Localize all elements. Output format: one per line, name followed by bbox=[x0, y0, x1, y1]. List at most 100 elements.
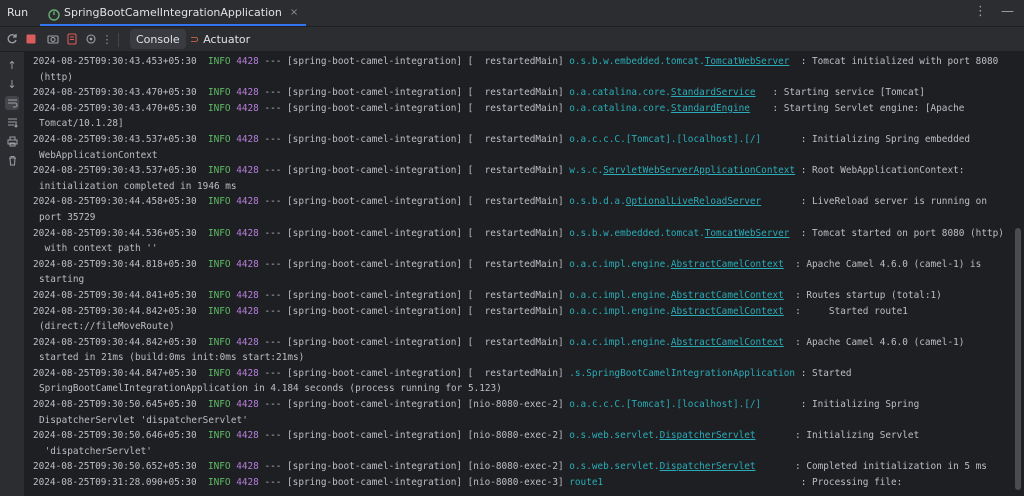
trash-icon[interactable] bbox=[5, 153, 19, 167]
log-thread: [ restartedMain] bbox=[467, 227, 570, 239]
log-app-name: [spring-boot-camel-integration] bbox=[287, 102, 468, 114]
log-logger[interactable]: o.s.b.w.embedded.tomcat.TomcatWebServer bbox=[569, 56, 789, 67]
log-logger[interactable]: o.a.catalina.core.StandardEngine bbox=[569, 103, 750, 114]
log-line: 2024-08-25T09:30:44.842+05:30 INFO 4428 … bbox=[33, 335, 1013, 351]
scroll-to-end-icon[interactable] bbox=[5, 115, 19, 129]
console-output[interactable]: 2024-08-25T09:30:43.453+05:30 INFO 4428 … bbox=[25, 52, 1013, 496]
log-timestamp: 2024-08-25T09:30:44.536+05:30 bbox=[33, 227, 208, 239]
tab-console[interactable]: Console bbox=[130, 29, 186, 49]
run-title: Run bbox=[7, 6, 29, 19]
log-pid: 4428 bbox=[236, 196, 265, 208]
log-message: : Processing file: bbox=[800, 477, 903, 489]
log-thread: [nio-8080-exec-2] bbox=[467, 461, 570, 473]
log-line: 2024-08-25T09:30:50.646+05:30 INFO 4428 … bbox=[33, 428, 1013, 444]
log-line: 2024-08-25T09:30:43.453+05:30 INFO 4428 … bbox=[33, 54, 1013, 70]
log-line: 2024-08-25T09:30:44.458+05:30 INFO 4428 … bbox=[33, 194, 1013, 210]
log-level: INFO bbox=[207, 102, 237, 114]
log-logger[interactable]: .s.SpringBootCamelIntegrationApplication bbox=[569, 368, 795, 379]
log-pid: 4428 bbox=[236, 133, 265, 145]
arrow-up-icon[interactable]: ↑ bbox=[5, 58, 19, 72]
more-options-icon[interactable]: ⋮ bbox=[974, 4, 987, 19]
log-thread: [nio-8080-exec-3] bbox=[467, 477, 570, 489]
camera-icon[interactable] bbox=[46, 32, 60, 46]
log-level: INFO bbox=[207, 165, 237, 177]
log-logger[interactable]: o.s.web.servlet.DispatcherServlet bbox=[569, 461, 755, 472]
log-timestamp: 2024-08-25T09:30:44.842+05:30 bbox=[33, 305, 208, 317]
settings-icon[interactable] bbox=[84, 32, 98, 46]
log-app-name: [spring-boot-camel-integration] bbox=[287, 430, 468, 442]
log-logger[interactable]: w.s.c.ServletWebServerApplicationContext bbox=[569, 165, 795, 176]
log-thread: [ restartedMain] bbox=[467, 56, 570, 67]
log-app-name: [spring-boot-camel-integration] bbox=[287, 305, 468, 317]
header-actions: ⋮ — bbox=[974, 4, 1014, 19]
log-level: INFO bbox=[207, 227, 237, 239]
log-logger[interactable]: o.a.c.c.C.[Tomcat].[localhost].[/] bbox=[569, 399, 761, 410]
log-logger[interactable]: o.s.b.d.a.OptionalLiveReloadServer bbox=[569, 196, 761, 207]
log-pid: 4428 bbox=[236, 430, 265, 442]
log-thread: [ restartedMain] bbox=[467, 367, 570, 379]
log-logger[interactable]: o.a.c.impl.engine.AbstractCamelContext bbox=[569, 290, 784, 301]
dump-threads-icon[interactable] bbox=[65, 32, 79, 46]
arrow-down-icon[interactable]: ↓ bbox=[5, 77, 19, 91]
log-line-continuation: WebApplicationContext bbox=[39, 149, 158, 161]
log-separator: --- bbox=[264, 227, 288, 239]
log-line: 2024-08-25T09:30:44.842+05:30 INFO 4428 … bbox=[33, 304, 1013, 320]
log-pid: 4428 bbox=[236, 461, 265, 473]
scrollbar[interactable] bbox=[1015, 228, 1021, 490]
log-line: 2024-08-25T09:30:44.536+05:30 INFO 4428 … bbox=[33, 226, 1013, 242]
log-level: INFO bbox=[207, 477, 237, 489]
log-thread: [ restartedMain] bbox=[467, 196, 570, 208]
log-timestamp: 2024-08-25T09:30:50.645+05:30 bbox=[33, 399, 208, 411]
log-pid: 4428 bbox=[236, 336, 265, 348]
log-level: INFO bbox=[207, 289, 237, 301]
toolbar-divider bbox=[118, 33, 119, 47]
log-app-name: [spring-boot-camel-integration] bbox=[287, 461, 468, 473]
log-logger[interactable]: o.s.b.w.embedded.tomcat.TomcatWebServer bbox=[569, 228, 789, 239]
log-pid: 4428 bbox=[236, 165, 265, 177]
log-logger[interactable]: o.a.c.impl.engine.AbstractCamelContext bbox=[569, 337, 784, 348]
print-icon[interactable] bbox=[5, 134, 19, 148]
log-message: : Initializing Servlet bbox=[795, 430, 920, 442]
rerun-icon[interactable] bbox=[5, 32, 19, 46]
log-line: 2024-08-25T09:30:43.537+05:30 INFO 4428 … bbox=[33, 132, 1013, 148]
log-logger[interactable]: route1 bbox=[569, 477, 603, 488]
minimize-icon[interactable]: — bbox=[1001, 4, 1014, 19]
log-logger[interactable]: o.s.web.servlet.DispatcherServlet bbox=[569, 430, 755, 441]
close-icon[interactable]: × bbox=[290, 7, 298, 18]
log-level: INFO bbox=[207, 305, 237, 317]
soft-wrap-icon[interactable] bbox=[5, 96, 19, 110]
log-thread: [ restartedMain] bbox=[467, 289, 570, 301]
tab-run-configuration[interactable]: SpringBootCamelIntegrationApplication × bbox=[40, 0, 307, 26]
tab-actuator[interactable]: ⊃ Actuator bbox=[186, 29, 254, 49]
log-line: 2024-08-25T09:30:43.537+05:30 INFO 4428 … bbox=[33, 163, 1013, 179]
more-icon[interactable]: ⋮ bbox=[100, 32, 114, 46]
log-separator: --- bbox=[264, 336, 288, 348]
log-message: : Apache Camel 4.6.0 (camel-1) is bbox=[795, 258, 982, 270]
log-logger[interactable]: o.a.c.c.C.[Tomcat].[localhost].[/] bbox=[569, 134, 761, 145]
log-app-name: [spring-boot-camel-integration] bbox=[287, 196, 468, 208]
log-timestamp: 2024-08-25T09:30:43.537+05:30 bbox=[33, 133, 208, 145]
log-thread: [ restartedMain] bbox=[467, 258, 570, 270]
log-timestamp: 2024-08-25T09:30:44.818+05:30 bbox=[33, 258, 208, 270]
stop-icon[interactable] bbox=[24, 32, 38, 46]
log-timestamp: 2024-08-25T09:30:43.470+05:30 bbox=[33, 87, 208, 99]
log-app-name: [spring-boot-camel-integration] bbox=[287, 336, 468, 348]
log-timestamp: 2024-08-25T09:30:44.847+05:30 bbox=[33, 367, 208, 379]
log-logger[interactable]: o.a.catalina.core.StandardService bbox=[569, 87, 755, 98]
log-message: : Starting Servlet engine: [Apache bbox=[772, 102, 965, 114]
log-timestamp: 2024-08-25T09:30:50.652+05:30 bbox=[33, 461, 208, 473]
log-message: : Starting service [Tomcat] bbox=[772, 87, 925, 99]
log-timestamp: 2024-08-25T09:30:44.841+05:30 bbox=[33, 289, 208, 301]
log-pid: 4428 bbox=[236, 305, 265, 317]
log-thread: [ restartedMain] bbox=[467, 87, 570, 99]
log-thread: [nio-8080-exec-2] bbox=[467, 399, 570, 411]
log-timestamp: 2024-08-25T09:30:43.470+05:30 bbox=[33, 102, 208, 114]
log-pid: 4428 bbox=[236, 227, 265, 239]
log-thread: [ restartedMain] bbox=[467, 133, 570, 145]
log-pid: 4428 bbox=[236, 102, 265, 114]
log-level: INFO bbox=[207, 87, 237, 99]
log-separator: --- bbox=[264, 133, 288, 145]
log-app-name: [spring-boot-camel-integration] bbox=[287, 258, 468, 270]
log-logger[interactable]: o.a.c.impl.engine.AbstractCamelContext bbox=[569, 306, 784, 317]
log-logger[interactable]: o.a.c.impl.engine.AbstractCamelContext bbox=[569, 259, 784, 270]
